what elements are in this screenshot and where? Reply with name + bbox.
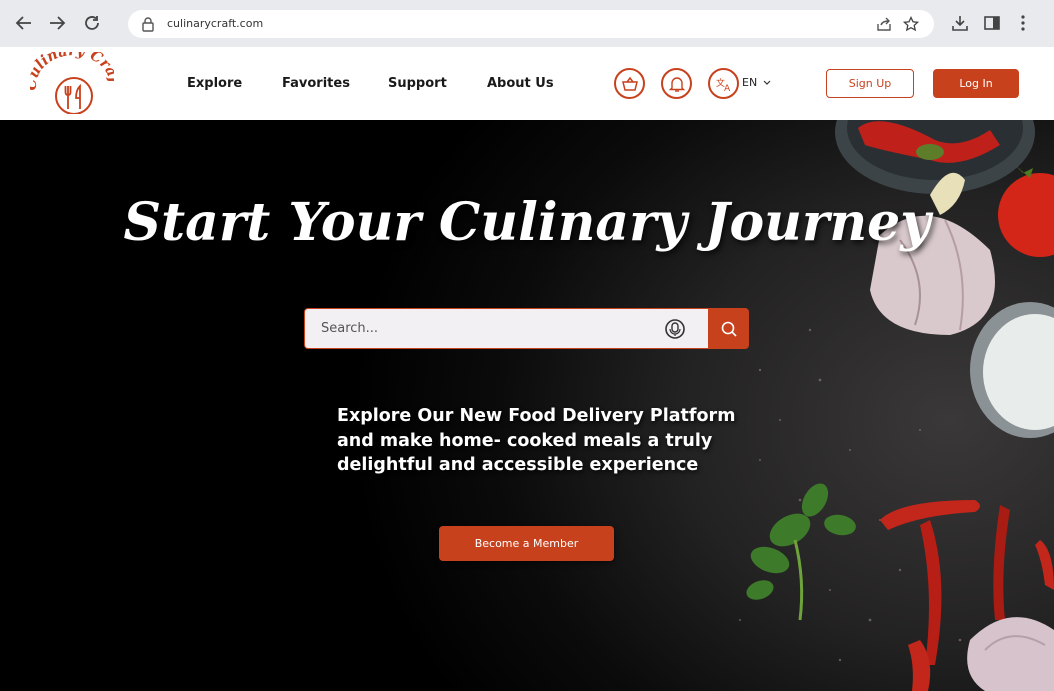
- search-button[interactable]: [708, 308, 749, 349]
- nav-about-us[interactable]: About Us: [487, 76, 554, 91]
- sign-up-button[interactable]: Sign Up: [826, 69, 914, 98]
- star-icon[interactable]: [902, 15, 920, 33]
- nav-favorites[interactable]: Favorites: [282, 76, 350, 91]
- site-header: Culinary Craft Explore Favorites Support…: [0, 39, 1054, 120]
- translate-icon[interactable]: 文A: [708, 68, 739, 99]
- reload-icon[interactable]: [81, 12, 103, 34]
- svg-text:Culinary Craft: Culinary Craft: [30, 52, 114, 91]
- address-bar[interactable]: culinarycraft.com: [128, 10, 934, 38]
- hero-description-line: Explore Our New Food Delivery Platform: [337, 406, 736, 426]
- hero-description-line: delightful and accessible experience: [337, 455, 699, 475]
- chevron-down-icon: [763, 80, 771, 85]
- logo[interactable]: Culinary Craft: [23, 39, 123, 115]
- basket-icon[interactable]: [614, 68, 645, 99]
- hero-section: Start Your Culinary Journey Search... Ex…: [0, 120, 1054, 691]
- hero-description: Explore Our New Food Delivery Platform a…: [337, 404, 737, 478]
- search-input[interactable]: Search...: [304, 308, 708, 349]
- microphone-icon[interactable]: [663, 317, 687, 341]
- nav-support[interactable]: Support: [388, 76, 447, 91]
- browser-toolbar: culinarycraft.com: [0, 0, 1054, 47]
- url-text: culinarycraft.com: [167, 17, 264, 30]
- language-code: EN: [742, 76, 758, 89]
- forward-icon[interactable]: [46, 12, 68, 34]
- lock-icon: [139, 15, 157, 33]
- svg-text:A: A: [724, 84, 731, 92]
- download-icon[interactable]: [949, 12, 971, 34]
- sidebar-icon[interactable]: [981, 12, 1003, 34]
- hero-description-line: and make home- cooked meals a truly: [337, 430, 713, 451]
- become-member-button[interactable]: Become a Member: [439, 526, 614, 561]
- log-in-button[interactable]: Log In: [933, 69, 1019, 98]
- back-icon[interactable]: [13, 12, 35, 34]
- nav-explore[interactable]: Explore: [187, 76, 242, 91]
- search-icon: [721, 321, 737, 337]
- share-icon[interactable]: [875, 15, 893, 33]
- language-selector[interactable]: EN: [742, 76, 771, 89]
- hero-title: Start Your Culinary Journey: [123, 192, 931, 253]
- bell-icon[interactable]: [661, 68, 692, 99]
- search-placeholder: Search...: [321, 321, 379, 336]
- menu-dots-icon[interactable]: [1012, 12, 1034, 34]
- logo-text: Culinary Craft: [23, 39, 124, 91]
